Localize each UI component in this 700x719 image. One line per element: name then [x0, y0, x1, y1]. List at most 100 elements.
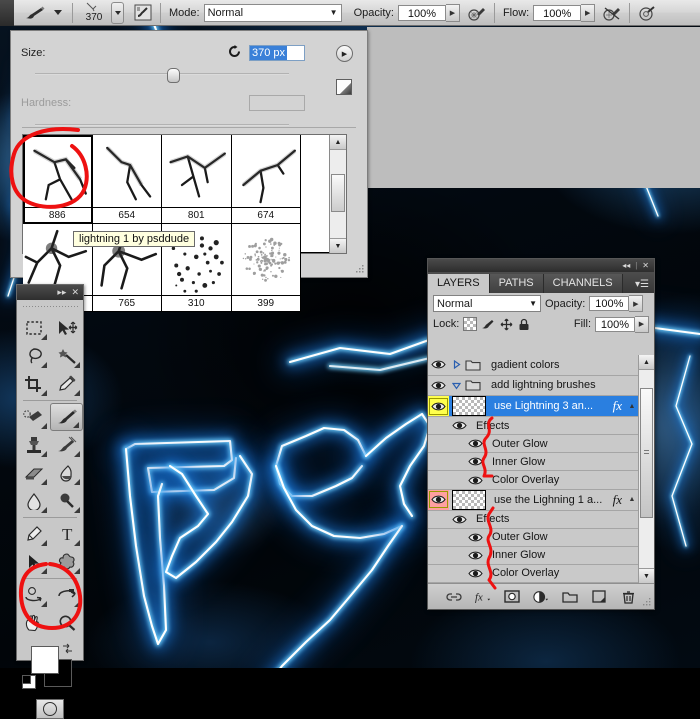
- airbrush-icon[interactable]: [636, 3, 658, 23]
- eye-icon[interactable]: [451, 418, 468, 433]
- expand-effects-arrow-icon[interactable]: ▲: [626, 496, 638, 503]
- layers-list[interactable]: gadient colors add lightning brushes use L…: [428, 355, 654, 583]
- tab-layers[interactable]: LAYERS: [428, 274, 490, 293]
- type-tool[interactable]: T: [50, 520, 83, 548]
- layers-scrollbar[interactable]: ▲ ▼: [638, 355, 654, 583]
- blend-mode-row[interactable]: Normal ▼ Opacity: 100% ▶: [428, 293, 654, 314]
- opacity-input[interactable]: 100%: [398, 5, 446, 21]
- rectangular-marquee-tool[interactable]: [17, 314, 50, 342]
- hand-tool[interactable]: [17, 609, 50, 637]
- lock-image-pixels-icon[interactable]: [481, 317, 495, 331]
- caret-down-icon[interactable]: ▼: [330, 8, 338, 17]
- brush-picker-caret-down-icon[interactable]: [54, 10, 62, 15]
- tab-channels[interactable]: CHANNELS: [544, 274, 623, 293]
- panel-resize-grip[interactable]: [355, 265, 364, 274]
- eye-icon[interactable]: [429, 491, 448, 508]
- lock-transparent-pixels-icon[interactable]: [463, 317, 477, 331]
- tools-palette[interactable]: ▸▸ ✕ T: [16, 284, 84, 661]
- layer-visibility-toggle[interactable]: [428, 378, 449, 393]
- layer-effect-row[interactable]: Effects: [428, 511, 638, 529]
- zoom-tool[interactable]: [50, 609, 83, 637]
- scrollbar-thumb[interactable]: [331, 174, 345, 212]
- tool-options-bar[interactable]: 370 Mode: Normal ▼ Opacity: 100% ▶ Flow:…: [0, 0, 700, 26]
- default-colors-icon[interactable]: [22, 675, 36, 689]
- pen-tool[interactable]: [17, 520, 50, 548]
- panel-menu-circle-icon[interactable]: ▶: [336, 45, 353, 62]
- close-x-icon[interactable]: ✕: [642, 262, 649, 270]
- magic-wand-tool[interactable]: [50, 342, 83, 370]
- layer-fill-input[interactable]: 100%: [595, 317, 635, 332]
- reset-circular-arrow-icon[interactable]: [228, 45, 241, 61]
- fx-icon[interactable]: fx: [613, 492, 626, 508]
- eye-icon[interactable]: [467, 473, 484, 488]
- layers-panel-titlebar[interactable]: ◂◂ | ✕: [428, 259, 654, 272]
- hardness-input[interactable]: [249, 95, 305, 111]
- new-adjustment-layer-icon[interactable]: [533, 589, 549, 605]
- pressure-opacity-icon[interactable]: [466, 3, 488, 23]
- color-swatches[interactable]: [17, 641, 83, 693]
- scroll-up-arrow-icon[interactable]: ▲: [330, 135, 346, 150]
- effect-visibility-toggle[interactable]: [428, 566, 488, 581]
- layer-thumbnail[interactable]: [452, 490, 486, 510]
- move-tool[interactable]: [50, 314, 83, 342]
- eraser-tool[interactable]: [17, 459, 50, 487]
- collapse-double-arrow-icon[interactable]: ▸▸: [57, 288, 66, 297]
- layer-effect-row[interactable]: Effects: [428, 417, 638, 435]
- healing-brush-tool[interactable]: [17, 403, 50, 431]
- layer-style-fx-icon[interactable]: fx: [475, 589, 491, 605]
- new-preset-icon[interactable]: [336, 79, 352, 95]
- layer-effect-row[interactable]: Inner Glow: [428, 547, 638, 565]
- flow-spinner-arrow-icon[interactable]: ▶: [581, 4, 595, 22]
- brush-size-slider[interactable]: [35, 69, 289, 79]
- brush-panel-toggle-icon[interactable]: [132, 3, 154, 23]
- layer-effect-row[interactable]: Inner Glow: [428, 453, 638, 471]
- effect-visibility-toggle[interactable]: [428, 418, 472, 433]
- layer-opacity-input[interactable]: 100%: [589, 296, 629, 311]
- eye-icon[interactable]: [467, 454, 484, 469]
- layer-visibility-toggle[interactable]: [428, 396, 449, 416]
- eye-icon[interactable]: [467, 566, 484, 581]
- layer-effect-row[interactable]: Color Overlay: [428, 471, 638, 489]
- brush-preset-654[interactable]: 654: [93, 135, 163, 224]
- brush-size-indicator[interactable]: 370: [79, 2, 109, 23]
- swap-colors-icon[interactable]: [62, 643, 73, 656]
- layer-group-row[interactable]: add lightning brushes: [428, 376, 638, 397]
- opacity-spinner-arrow-icon[interactable]: ▶: [629, 295, 643, 312]
- lock-position-icon[interactable]: [499, 317, 513, 331]
- eye-icon[interactable]: [451, 512, 468, 527]
- 3d-rotate-tool[interactable]: [17, 581, 50, 609]
- brush-preset-399[interactable]: 399: [232, 224, 302, 313]
- effect-visibility-toggle[interactable]: [428, 436, 488, 451]
- eye-icon[interactable]: [429, 398, 448, 415]
- panel-menu-icon[interactable]: ▾☰: [635, 280, 649, 290]
- layers-panel-toolbar[interactable]: fx: [428, 583, 654, 609]
- layer-effect-row[interactable]: Color Overlay: [428, 565, 638, 583]
- pressure-flow-icon[interactable]: [601, 3, 623, 23]
- eye-icon[interactable]: [467, 548, 484, 563]
- effect-visibility-toggle[interactable]: [428, 548, 488, 563]
- layer-visibility-toggle[interactable]: [428, 490, 449, 510]
- lock-all-icon[interactable]: [517, 317, 531, 331]
- layer-row[interactable]: use Lightning 3 an... fx ▲: [428, 396, 638, 417]
- lasso-tool[interactable]: [17, 342, 50, 370]
- layer-effect-row[interactable]: Outer Glow: [428, 529, 638, 547]
- tools-palette-titlebar[interactable]: ▸▸ ✕: [17, 285, 83, 300]
- opacity-spinner-arrow-icon[interactable]: ▶: [446, 4, 460, 22]
- delete-layer-icon[interactable]: [620, 589, 636, 605]
- scrollbar-track[interactable]: [330, 150, 346, 238]
- blur-tool[interactable]: [17, 487, 50, 515]
- layer-blend-mode-select[interactable]: Normal ▼: [433, 295, 541, 312]
- expand-effects-arrow-icon[interactable]: ▲: [626, 403, 638, 410]
- brush-preset-886[interactable]: 886: [23, 135, 93, 224]
- eye-icon[interactable]: [430, 357, 447, 372]
- new-group-icon[interactable]: [562, 589, 578, 605]
- brush-preset-801[interactable]: 801: [162, 135, 232, 224]
- custom-shape-tool[interactable]: [50, 548, 83, 576]
- layer-visibility-toggle[interactable]: [428, 357, 449, 372]
- caret-down-icon[interactable]: ▼: [529, 299, 537, 308]
- hardness-slider[interactable]: [35, 120, 289, 130]
- clone-stamp-tool[interactable]: [17, 431, 50, 459]
- history-brush-tool[interactable]: [50, 431, 83, 459]
- brush-preset-674[interactable]: 674: [232, 135, 302, 224]
- link-layers-icon[interactable]: [446, 589, 462, 605]
